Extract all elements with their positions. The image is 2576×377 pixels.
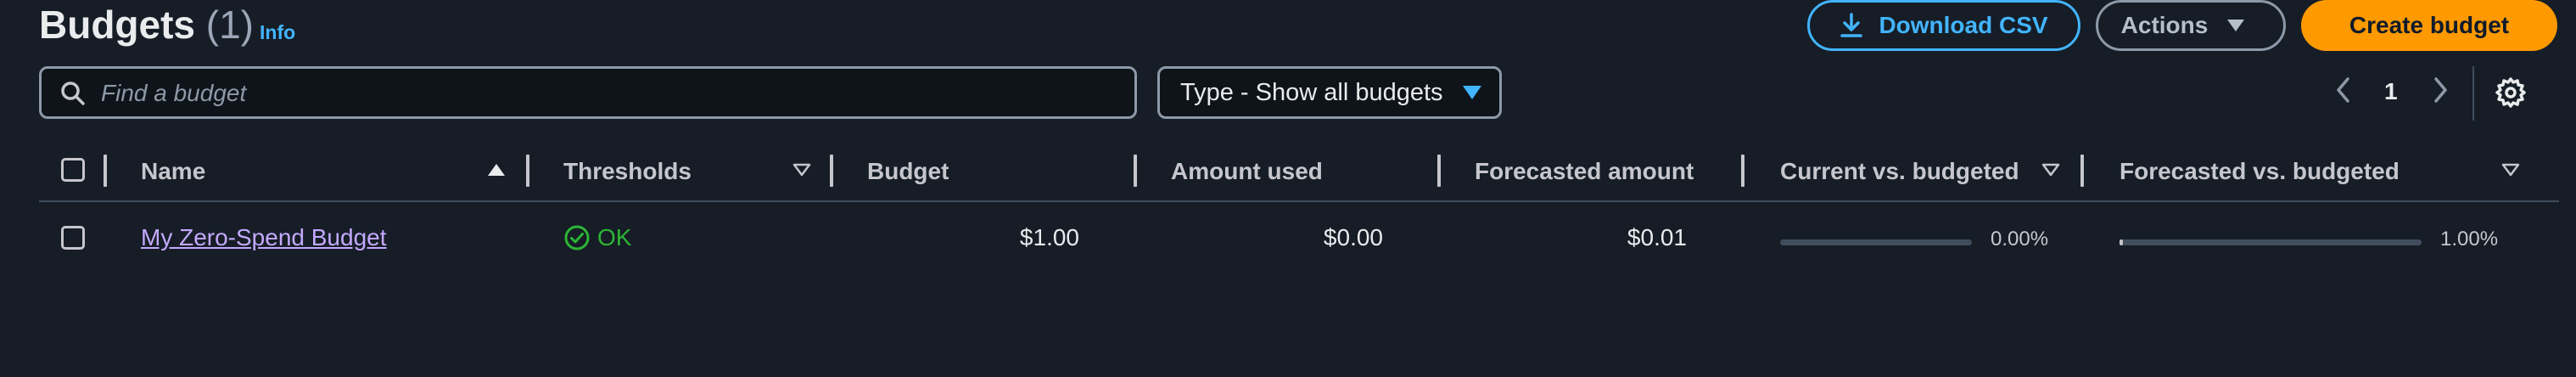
chevron-right-icon[interactable] <box>2430 76 2450 104</box>
amount-used: $0.00 <box>1323 224 1383 250</box>
column-resizer[interactable] <box>1437 155 1441 187</box>
create-budget-button[interactable]: Create budget <box>2301 0 2557 51</box>
sort-ascending-icon[interactable] <box>487 163 506 177</box>
table-row: My Zero-Spend Budget OK $1.00 $0.00 $0.0… <box>39 202 2559 275</box>
column-resizer[interactable] <box>830 155 833 187</box>
sort-icon[interactable] <box>2501 163 2520 177</box>
download-csv-button[interactable]: Download CSV <box>1807 0 2080 51</box>
column-resizer[interactable] <box>1134 155 1137 187</box>
threshold-status-label: OK <box>597 224 632 250</box>
budget-amount: $1.00 <box>1019 224 1079 250</box>
sort-icon[interactable] <box>2041 163 2060 177</box>
current-vs-budgeted-value: 0.00% <box>1991 228 2049 250</box>
budget-count: (1) <box>205 3 255 47</box>
column-header-current-vs-budgeted[interactable]: Current vs. budgeted <box>1780 158 2019 185</box>
column-resizer[interactable] <box>526 155 529 187</box>
forecasted-amount: $0.01 <box>1627 224 1687 250</box>
pagination-divider <box>2472 66 2474 121</box>
forecasted-vs-budgeted-value: 1.00% <box>2440 228 2499 250</box>
download-icon <box>1840 13 1863 37</box>
current-vs-budgeted-bar <box>1780 239 1972 245</box>
type-filter-select[interactable]: Type - Show all budgets <box>1157 66 1502 119</box>
actions-dropdown[interactable]: Actions <box>2096 0 2286 51</box>
column-resizer[interactable] <box>1741 155 1744 187</box>
search-input[interactable] <box>99 69 1104 118</box>
select-all-checkbox[interactable] <box>61 158 85 182</box>
download-csv-label: Download CSV <box>1879 12 2048 38</box>
info-link[interactable]: Info <box>260 21 295 44</box>
column-header-thresholds[interactable]: Thresholds <box>563 158 692 185</box>
column-header-forecasted-vs-budgeted[interactable]: Forecasted vs. budgeted <box>2120 158 2400 185</box>
column-resizer[interactable] <box>104 155 107 187</box>
current-page-number[interactable]: 1 <box>2384 78 2398 105</box>
type-filter-label: Type - Show all budgets <box>1180 78 1443 106</box>
caret-down-icon <box>2227 20 2245 31</box>
chevron-left-icon[interactable] <box>2333 76 2354 104</box>
column-header-forecasted-amount: Forecasted amount <box>1475 158 1694 184</box>
settings-gear-icon[interactable] <box>2495 76 2527 109</box>
actions-label: Actions <box>2120 12 2209 38</box>
page-title-text: Budgets <box>39 3 195 47</box>
column-resizer[interactable] <box>2080 155 2084 187</box>
page-title: Budgets (1) <box>39 2 254 48</box>
row-select-checkbox[interactable] <box>61 226 85 250</box>
threshold-status: OK <box>563 224 631 251</box>
search-icon <box>61 82 85 105</box>
sort-icon[interactable] <box>792 163 811 177</box>
column-header-budget: Budget <box>867 158 949 184</box>
check-circle-icon <box>564 225 590 250</box>
column-header-name[interactable]: Name <box>141 158 205 185</box>
forecasted-vs-budgeted-bar <box>2120 239 2422 245</box>
table-header: Name Thresholds Budget Amount used Forec… <box>39 146 2559 202</box>
column-header-amount-used: Amount used <box>1171 158 1323 184</box>
search-field[interactable] <box>39 66 1137 119</box>
forecasted-vs-budgeted-bar-fill <box>2120 239 2123 245</box>
budget-name-link[interactable]: My Zero-Spend Budget <box>141 224 387 251</box>
caret-down-icon <box>1462 86 1481 99</box>
